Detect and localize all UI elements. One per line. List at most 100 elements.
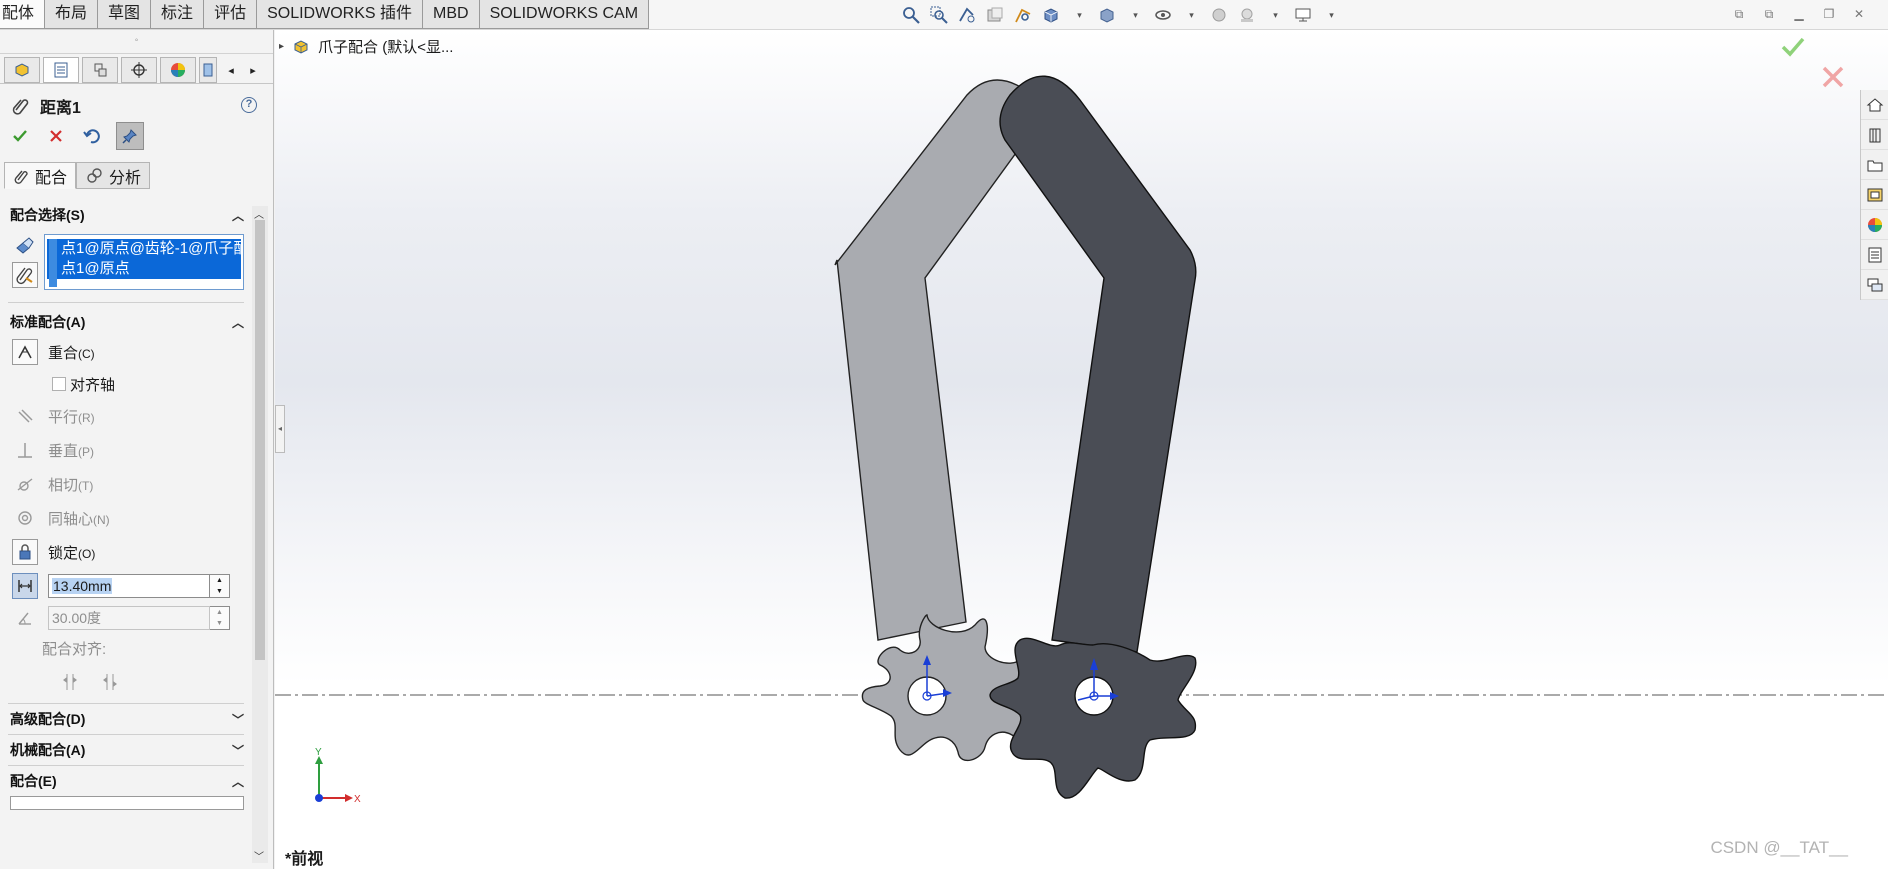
flyout-feature-tree[interactable]: ▸ 爪子配合 (默认<显...	[279, 36, 453, 57]
assembly-scene[interactable]	[275, 30, 1888, 869]
section-view-icon[interactable]	[984, 4, 1006, 26]
edit-appearance-icon[interactable]	[1208, 4, 1230, 26]
hide-show-caret-icon[interactable]: ▾	[1180, 4, 1202, 26]
feature-manager-tab[interactable]	[4, 57, 40, 83]
scroll-down-icon[interactable]: ﹀	[254, 848, 264, 863]
zoom-area-icon[interactable]	[928, 4, 950, 26]
view-palette-icon[interactable]	[1861, 180, 1888, 210]
distance-spin-arrows[interactable]: ▲ ▼	[210, 574, 230, 598]
advanced-mates-header[interactable]: 高级配合(D) ﹀	[0, 706, 252, 732]
list-item[interactable]: 点1@原点	[47, 259, 241, 279]
mate-selections-header[interactable]: 配合选择(S) ︿	[0, 202, 252, 228]
perpendicular-mate-row[interactable]: 垂直(P)	[0, 433, 252, 467]
tab-mates[interactable]: 配合	[4, 162, 77, 189]
view-settings-caret-icon[interactable]: ▾	[1320, 4, 1342, 26]
angle-stepper[interactable]: 30.00度 ▲ ▼	[48, 606, 230, 630]
tab-scroll-right-icon[interactable]: ▸	[242, 57, 264, 83]
confirm-corner-icon[interactable]	[1780, 34, 1806, 60]
chevron-down-icon[interactable]: ﹀	[232, 742, 244, 759]
chevron-up-icon[interactable]: ︿	[232, 773, 244, 790]
distance-icon[interactable]	[12, 573, 38, 599]
distance-stepper[interactable]: 13.40mm ▲ ▼	[48, 574, 230, 598]
view-orientation-icon[interactable]	[1040, 4, 1062, 26]
left-claw[interactable]	[834, 79, 1041, 762]
view-settings-icon[interactable]	[1292, 4, 1314, 26]
hide-show-icon[interactable]	[1152, 4, 1174, 26]
previous-view-icon[interactable]	[956, 4, 978, 26]
lock-mate-row[interactable]: 锁定(O)	[0, 535, 252, 569]
display-manager-tab[interactable]	[160, 57, 196, 83]
tangent-mate-row[interactable]: 相切(T)	[0, 467, 252, 501]
graphics-area[interactable]: ◂ ▸ 爪子配合 (默认<显... Y X *前视 CSDN @__TAT__	[275, 30, 1888, 869]
property-manager-tab[interactable]	[43, 57, 79, 83]
spin-up-icon[interactable]: ▲	[210, 607, 229, 618]
chevron-up-icon[interactable]: ︿	[232, 207, 244, 224]
undo-button[interactable]	[80, 124, 104, 148]
mates-header[interactable]: 配合(E) ︿	[0, 768, 252, 794]
pin-button[interactable]	[116, 122, 144, 150]
concentric-mate-row[interactable]: 同轴心(N)	[0, 501, 252, 535]
restore-icon[interactable]: ❐	[1820, 6, 1838, 22]
tab-scroll-left-icon[interactable]: ◂	[220, 57, 242, 83]
list-item[interactable]: 点1@原点@齿轮-1@爪子配	[47, 239, 241, 259]
angle-input[interactable]: 30.00度	[48, 606, 210, 630]
parallel-mate-row[interactable]: 平行(R)	[0, 399, 252, 433]
panel-grip[interactable]: ◦	[0, 30, 273, 54]
spin-down-icon[interactable]: ▼	[210, 586, 229, 597]
angle-spin-arrows[interactable]: ▲ ▼	[210, 606, 230, 630]
coincident-mate-row[interactable]: 重合(C)	[0, 335, 252, 369]
distance-input[interactable]: 13.40mm	[48, 574, 210, 598]
tab-analysis[interactable]: 分析	[76, 162, 151, 189]
tile-right-icon[interactable]: ⧉	[1760, 6, 1778, 22]
anti-aligned-icon[interactable]	[100, 672, 120, 695]
tab-addins[interactable]: SOLIDWORKS 插件	[257, 0, 423, 29]
cam-manager-tab[interactable]	[199, 57, 217, 83]
panel-scrollbar[interactable]: ︿ ﹀	[252, 206, 268, 863]
scroll-up-icon[interactable]: ︿	[254, 206, 264, 221]
dimxpert-manager-tab[interactable]	[121, 57, 157, 83]
close-icon[interactable]: ✕	[1850, 6, 1868, 22]
zoom-to-fit-icon[interactable]	[900, 4, 922, 26]
tab-markup[interactable]: 标注	[151, 0, 205, 29]
tab-cam[interactable]: SOLIDWORKS CAM	[479, 0, 650, 29]
align-axis-row[interactable]: 对齐轴	[0, 369, 252, 399]
spin-down-icon[interactable]: ▼	[210, 618, 229, 629]
right-claw[interactable]	[989, 75, 1197, 799]
align-axis-checkbox[interactable]	[52, 377, 66, 391]
tab-mbd[interactable]: MBD	[423, 0, 480, 29]
cancel-corner-icon[interactable]	[1820, 64, 1846, 90]
mate-selection-list[interactable]: 点1@原点@齿轮-1@爪子配 点1@原点	[44, 234, 244, 290]
tile-left-icon[interactable]: ⧉	[1730, 6, 1748, 22]
standard-mates-header[interactable]: 标准配合(A) ︿	[0, 309, 252, 335]
display-style-caret-icon[interactable]: ▾	[1124, 4, 1146, 26]
display-style-icon[interactable]	[1096, 4, 1118, 26]
panel-collapse-handle[interactable]: ◂	[275, 405, 285, 453]
chevron-up-icon[interactable]: ︿	[232, 314, 244, 331]
file-explorer-icon[interactable]	[1861, 150, 1888, 180]
tab-layout[interactable]: 布局	[45, 0, 99, 29]
apply-scene-caret-icon[interactable]: ▾	[1264, 4, 1286, 26]
cancel-button[interactable]	[44, 124, 68, 148]
mechanical-mates-header[interactable]: 机械配合(A) ﹀	[0, 737, 252, 763]
spin-up-icon[interactable]: ▲	[210, 575, 229, 586]
minimize-icon[interactable]: ▁	[1790, 6, 1808, 22]
appearances-icon[interactable]	[1861, 210, 1888, 240]
aligned-icon[interactable]	[60, 672, 80, 695]
view-orientation-caret-icon[interactable]: ▾	[1068, 4, 1090, 26]
design-library-icon[interactable]	[1861, 120, 1888, 150]
help-icon[interactable]: ?	[241, 97, 257, 113]
dynamic-annotation-icon[interactable]	[1012, 4, 1034, 26]
chevron-down-icon[interactable]: ﹀	[232, 711, 244, 728]
mates-list[interactable]	[10, 796, 244, 810]
tab-assembly[interactable]: 配体	[0, 0, 46, 29]
configuration-manager-tab[interactable]	[82, 57, 118, 83]
multiple-mate-mode-icon[interactable]	[12, 262, 38, 288]
tree-root-label[interactable]: 爪子配合 (默认<显...	[318, 36, 453, 57]
expand-arrow-icon[interactable]: ▸	[279, 41, 284, 52]
tab-sketch[interactable]: 草图	[98, 0, 152, 29]
custom-properties-icon[interactable]	[1861, 240, 1888, 270]
forum-icon[interactable]	[1861, 270, 1888, 300]
scrollbar-thumb[interactable]	[255, 220, 265, 660]
ok-button[interactable]	[8, 124, 32, 148]
home-icon[interactable]	[1861, 90, 1888, 120]
